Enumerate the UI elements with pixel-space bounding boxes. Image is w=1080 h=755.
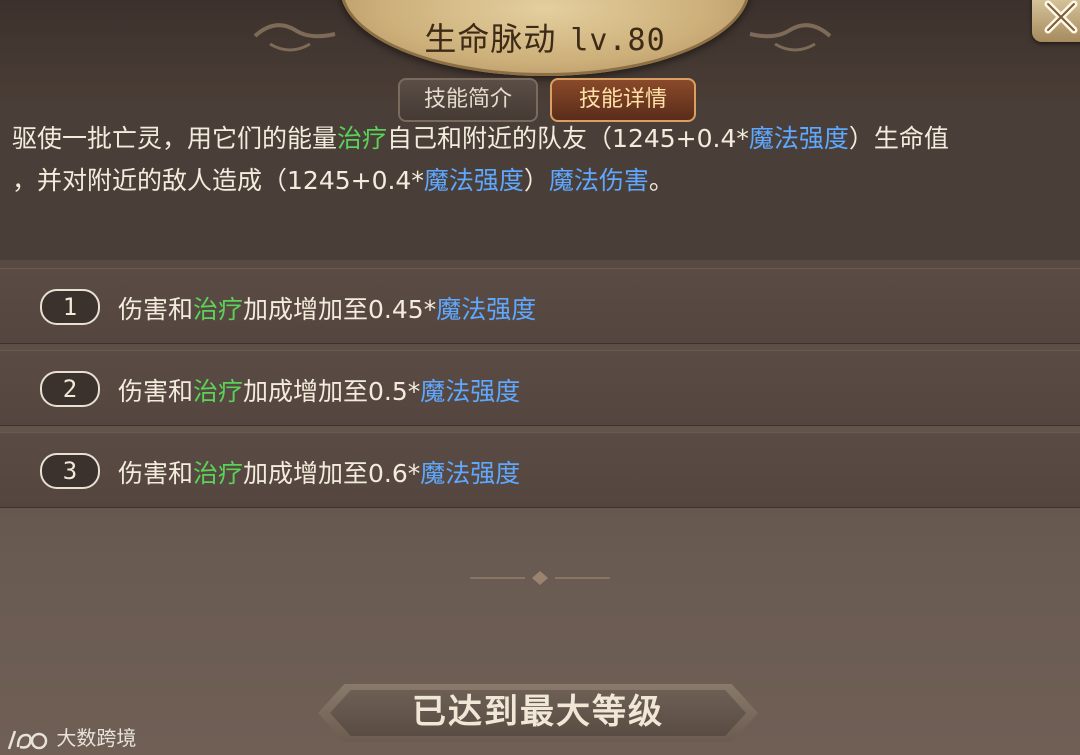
- description-line-2: ，并对附近的敌人造成（1245+0.4*魔法强度）魔法伤害。: [12, 160, 1072, 202]
- upgrade-prefix: 伤害和: [118, 459, 194, 488]
- upgrade-middle: 加成增加至0.5*: [243, 377, 421, 406]
- upgrade-keyword-heal: 治疗: [193, 459, 244, 488]
- upgrade-middle: 加成增加至0.6*: [243, 459, 421, 488]
- right-ornament-icon: [749, 23, 832, 52]
- desc-text: ）生命值: [848, 124, 949, 153]
- tab-skill-intro[interactable]: 技能简介: [398, 78, 538, 122]
- skill-level: lv.80: [570, 23, 666, 58]
- close-icon: [1044, 0, 1078, 34]
- upgrade-middle: 加成增加至0.45*: [243, 295, 437, 324]
- upgrade-keyword-magic-power: 魔法强度: [436, 295, 537, 324]
- desc-text: ，并对附近的敌人造成（1245+0.4*: [12, 166, 424, 195]
- upgrade-index-badge: 2: [40, 371, 100, 407]
- skill-description: 驱使一批亡灵，用它们的能量治疗自己和附近的队友（1245+0.4*魔法强度）生命…: [12, 118, 1072, 202]
- description-line-1: 驱使一批亡灵，用它们的能量治疗自己和附近的队友（1245+0.4*魔法强度）生命…: [12, 118, 1072, 160]
- skill-title: 生命脉动 lv.80: [340, 14, 750, 60]
- desc-text: 自己和附近的队友（1245+0.4*: [387, 124, 749, 153]
- upgrade-prefix: 伤害和: [118, 377, 194, 406]
- upgrade-keyword-magic-power: 魔法强度: [420, 459, 521, 488]
- upgrade-text: 伤害和治疗加成增加至0.6*魔法强度: [118, 454, 520, 490]
- upgrade-text: 伤害和治疗加成增加至0.45*魔法强度: [118, 290, 536, 326]
- upgrade-index-badge: 1: [40, 289, 100, 325]
- watermark-text: 大数跨境: [56, 726, 137, 750]
- upgrade-index-badge: 3: [40, 453, 100, 489]
- max-level-label: 已达到最大等级: [412, 692, 664, 732]
- watermark-logo-icon: [7, 730, 48, 749]
- upgrade-keyword-heal: 治疗: [193, 377, 244, 406]
- upgrade-text: 伤害和治疗加成增加至0.5*魔法强度: [118, 372, 520, 408]
- desc-text: 驱使一批亡灵，用它们的能量: [12, 124, 338, 153]
- desc-keyword-magic-power: 魔法强度: [423, 166, 524, 195]
- desc-text: ）: [523, 166, 549, 195]
- tab-skill-detail[interactable]: 技能详情: [550, 78, 696, 122]
- desc-keyword-heal: 治疗: [337, 124, 388, 153]
- desc-keyword-magic-damage: 魔法伤害: [548, 166, 649, 195]
- close-button[interactable]: [1032, 0, 1080, 42]
- upgrade-keyword-heal: 治疗: [193, 295, 244, 324]
- upgrade-prefix: 伤害和: [118, 295, 194, 324]
- upgrade-keyword-magic-power: 魔法强度: [420, 377, 521, 406]
- skill-name: 生命脉动: [424, 20, 557, 58]
- desc-keyword-magic-power: 魔法强度: [748, 124, 849, 153]
- watermark: 大数跨境: [6, 722, 136, 752]
- desc-text: 。: [648, 166, 674, 195]
- left-ornament-icon: [253, 23, 336, 52]
- divider-ornament-icon: [470, 571, 610, 585]
